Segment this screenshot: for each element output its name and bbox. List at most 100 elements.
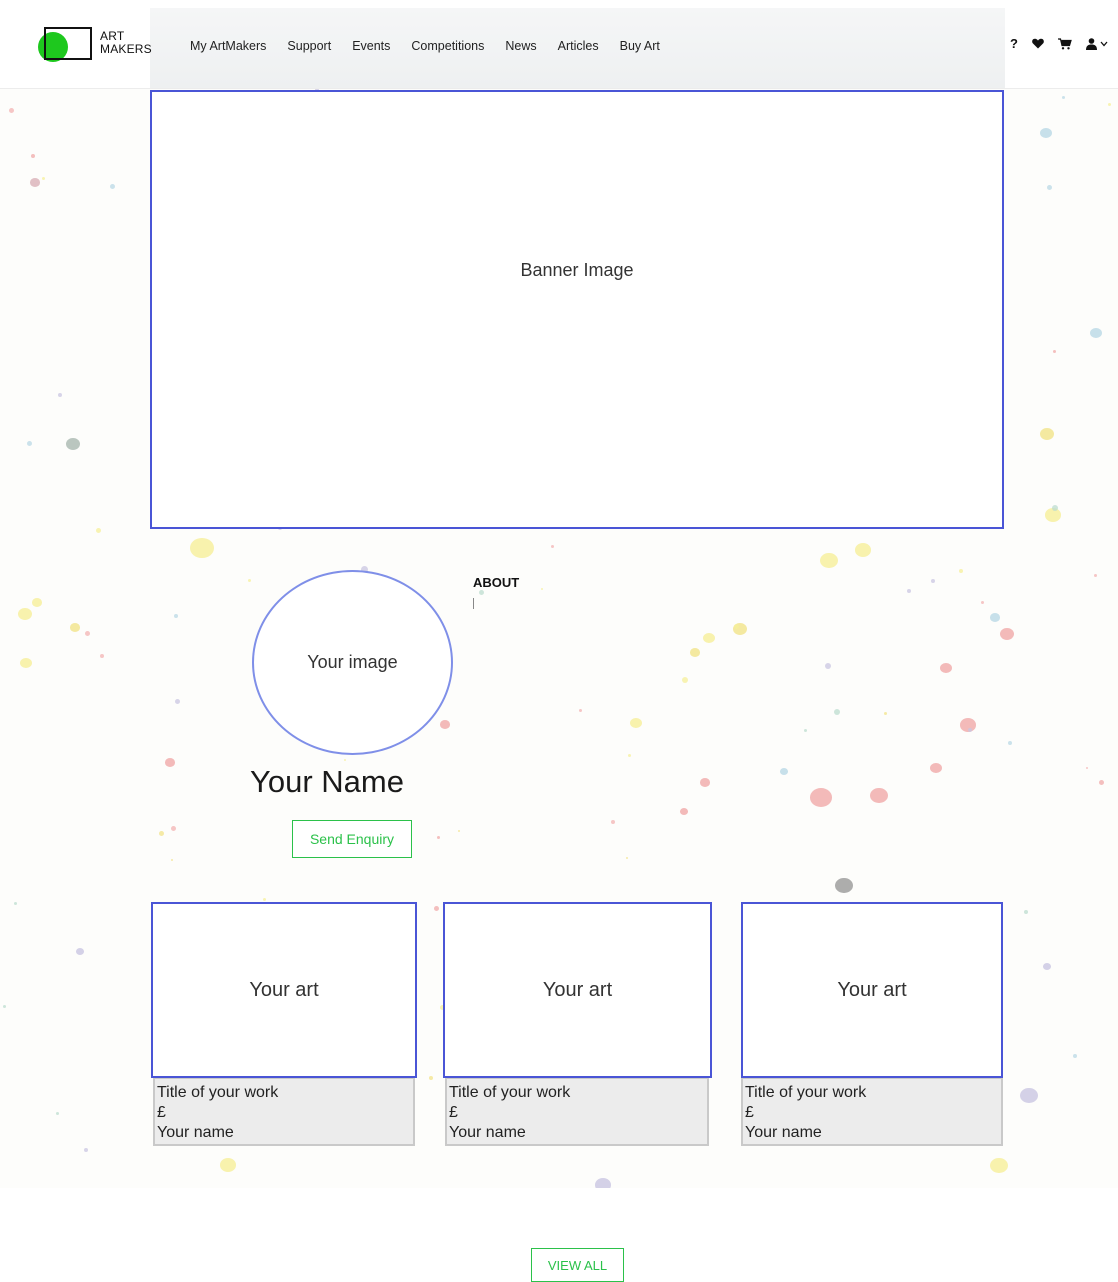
paint-speck — [458, 830, 460, 832]
paint-speck — [31, 154, 35, 158]
paint-splatter-dot — [630, 718, 642, 729]
banner-image-placeholder[interactable]: Banner Image — [150, 90, 1004, 529]
artwork-price: £ — [745, 1104, 754, 1121]
artwork-image-placeholder[interactable]: Your art — [151, 902, 417, 1078]
artwork-price: £ — [157, 1104, 166, 1121]
artwork-card[interactable]: Your art Title of your work £ Your name — [151, 902, 417, 1146]
paint-speck — [1047, 185, 1052, 190]
profile-image-label: Your image — [307, 652, 398, 672]
paint-speck — [27, 441, 32, 446]
paint-speck — [1053, 350, 1056, 353]
artwork-card[interactable]: Your art Title of your work £ Your name — [741, 902, 1003, 1146]
view-all-button[interactable]: VIEW ALL — [531, 1248, 624, 1282]
nav-support[interactable]: Support — [287, 39, 331, 53]
paint-splatter-dot — [703, 633, 715, 644]
nav-buy-art[interactable]: Buy Art — [620, 39, 660, 53]
artwork-info: Title of your work £ Your name — [445, 1078, 709, 1146]
cart-icon[interactable] — [1058, 37, 1072, 50]
paint-speck — [682, 677, 688, 683]
paint-speck — [1073, 1054, 1077, 1058]
artmakers-logo[interactable]: ART MAKERS — [38, 27, 158, 65]
paint-speck — [825, 663, 831, 669]
paint-speck — [479, 590, 484, 595]
about-text-field[interactable] — [473, 598, 474, 609]
paint-splatter-dot — [440, 720, 450, 729]
paint-splatter-dot — [165, 758, 175, 767]
artwork-title: Title of your work — [449, 1084, 571, 1101]
paint-speck — [171, 826, 176, 831]
paint-speck — [429, 1076, 433, 1080]
artwork-artist: Your name — [157, 1124, 234, 1141]
paint-splatter-dot — [940, 663, 952, 674]
artwork-image-label: Your art — [837, 978, 907, 1001]
paint-splatter-dot — [190, 538, 214, 559]
profile-image-placeholder[interactable]: Your image — [252, 570, 453, 755]
paint-speck — [9, 108, 14, 113]
main-navigation: My ArtMakers Support Events Competitions… — [190, 39, 681, 53]
paint-splatter-dot — [1040, 128, 1052, 139]
artwork-image-placeholder[interactable]: Your art — [741, 902, 1003, 1078]
paint-speck — [1099, 780, 1104, 785]
paint-speck — [1086, 767, 1088, 769]
paint-splatter-dot — [870, 788, 888, 804]
paint-speck — [175, 699, 180, 704]
paint-speck — [434, 906, 439, 911]
paint-speck — [263, 898, 266, 901]
paint-speck — [159, 831, 164, 836]
nav-articles[interactable]: Articles — [558, 39, 599, 53]
paint-speck — [611, 820, 615, 824]
artwork-artist: Your name — [745, 1124, 822, 1141]
paint-speck — [3, 1005, 6, 1008]
nav-news[interactable]: News — [505, 39, 536, 53]
paint-speck — [171, 859, 173, 861]
artwork-image-label: Your art — [249, 978, 319, 1001]
paint-splatter-dot — [20, 658, 32, 669]
paint-speck — [42, 177, 45, 180]
artwork-image-label: Your art — [542, 978, 613, 1001]
paint-speck — [100, 654, 104, 658]
question-icon[interactable]: ? — [1010, 36, 1018, 51]
banner-image-label: Banner Image — [520, 260, 634, 280]
paint-speck — [968, 728, 972, 732]
paint-splatter-dot — [1020, 1088, 1038, 1104]
nav-events[interactable]: Events — [352, 39, 390, 53]
paint-splatter-dot — [1000, 628, 1014, 640]
paint-speck — [437, 836, 440, 839]
paint-speck — [1108, 103, 1111, 106]
paint-speck — [85, 631, 90, 636]
about-heading: ABOUT — [473, 575, 520, 590]
paint-splatter-dot — [680, 808, 688, 815]
logo-line-2: MAKERS — [100, 42, 152, 56]
artwork-price: £ — [449, 1104, 458, 1121]
paint-speck — [734, 624, 739, 629]
paint-speck — [56, 1112, 59, 1115]
artwork-title: Title of your work — [157, 1084, 279, 1101]
paint-splatter-dot — [990, 613, 1000, 622]
user-icon — [1086, 37, 1097, 50]
paint-speck — [907, 589, 911, 593]
paint-speck — [344, 759, 346, 761]
account-menu[interactable] — [1086, 37, 1108, 50]
artwork-title: Title of your work — [745, 1084, 867, 1101]
nav-competitions[interactable]: Competitions — [411, 39, 484, 53]
artwork-image-placeholder[interactable]: Your art — [443, 902, 712, 1078]
paint-speck — [551, 545, 554, 548]
paint-splatter-dot — [690, 648, 700, 657]
paint-splatter-dot — [1043, 963, 1051, 970]
heart-icon[interactable] — [1032, 38, 1044, 49]
paint-splatter-dot — [700, 778, 710, 787]
nav-my-artmakers[interactable]: My ArtMakers — [190, 39, 266, 53]
send-enquiry-button[interactable]: Send Enquiry — [292, 820, 412, 858]
header-actions: ? — [1010, 36, 1108, 51]
artwork-artist: Your name — [449, 1124, 526, 1141]
artwork-info: Title of your work £ Your name — [153, 1078, 415, 1146]
paint-speck — [248, 579, 251, 582]
paint-splatter-dot — [70, 623, 80, 632]
paint-splatter-dot — [990, 1158, 1008, 1174]
paint-speck — [1052, 505, 1058, 511]
paint-speck — [84, 1148, 88, 1152]
paint-speck — [14, 902, 17, 905]
paint-splatter-dot — [1040, 428, 1054, 440]
paint-splatter-dot — [220, 1158, 236, 1172]
artwork-card[interactable]: Your art Title of your work £ Your name — [443, 902, 712, 1146]
